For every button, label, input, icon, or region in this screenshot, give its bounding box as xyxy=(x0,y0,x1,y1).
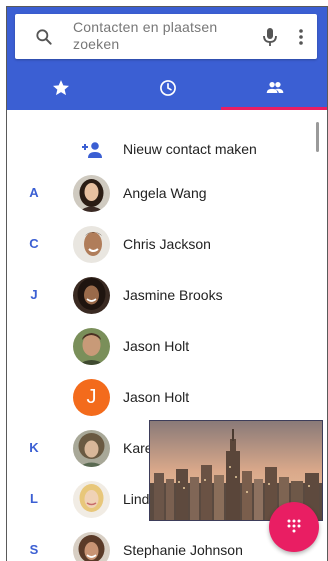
avatar xyxy=(73,277,110,314)
avatar xyxy=(73,226,110,263)
section-letter: A xyxy=(29,185,39,200)
add-person-icon xyxy=(82,142,102,158)
contact-name: Lind xyxy=(123,491,150,507)
section-letter: S xyxy=(29,542,39,557)
avatar xyxy=(73,481,110,518)
avatar xyxy=(73,175,110,212)
tab-contacts[interactable] xyxy=(221,67,327,110)
list-item[interactable]: J Jasmine Brooks xyxy=(7,270,327,321)
dialpad-fab[interactable] xyxy=(269,502,319,552)
search-icon[interactable] xyxy=(34,27,54,47)
dialpad-icon xyxy=(287,519,301,533)
clock-icon xyxy=(160,80,176,96)
create-contact-label: Nieuw contact maken xyxy=(123,141,257,157)
contact-name: Jasmine Brooks xyxy=(123,287,223,303)
mic-icon[interactable] xyxy=(260,26,280,48)
list-item[interactable]: J Jason Holt xyxy=(7,372,327,423)
search-bar[interactable]: Contacten en plaatsen zoeken xyxy=(15,14,317,59)
contact-name: Angela Wang xyxy=(123,185,207,201)
contacts-app: Contacten en plaatsen zoeken Nieuw conta… xyxy=(6,6,328,561)
more-vert-icon[interactable] xyxy=(297,26,305,48)
people-icon xyxy=(266,82,284,93)
tab-bar xyxy=(7,67,327,110)
section-letter: K xyxy=(29,440,39,455)
app-header: Contacten en plaatsen zoeken xyxy=(7,7,327,110)
tab-recent[interactable] xyxy=(114,67,221,110)
contact-name: Jason Holt xyxy=(123,389,190,405)
star-icon xyxy=(53,80,69,96)
avatar xyxy=(73,328,110,365)
list-item[interactable]: Jason Holt xyxy=(7,321,327,372)
section-letter: J xyxy=(30,287,38,302)
contact-name: Chris Jackson xyxy=(123,236,211,252)
search-input[interactable]: Contacten en plaatsen zoeken xyxy=(73,19,253,53)
tab-favorites[interactable] xyxy=(7,67,114,110)
section-letter: C xyxy=(29,236,39,251)
contact-name: Stephanie Johnson xyxy=(123,542,243,558)
list-item[interactable]: C Chris Jackson xyxy=(7,219,327,270)
list-item[interactable]: A Angela Wang xyxy=(7,168,327,219)
contact-name: Jason Holt xyxy=(123,338,190,354)
avatar xyxy=(73,532,110,561)
avatar xyxy=(73,430,110,467)
avatar: J xyxy=(73,379,110,416)
section-letter: L xyxy=(30,491,38,506)
